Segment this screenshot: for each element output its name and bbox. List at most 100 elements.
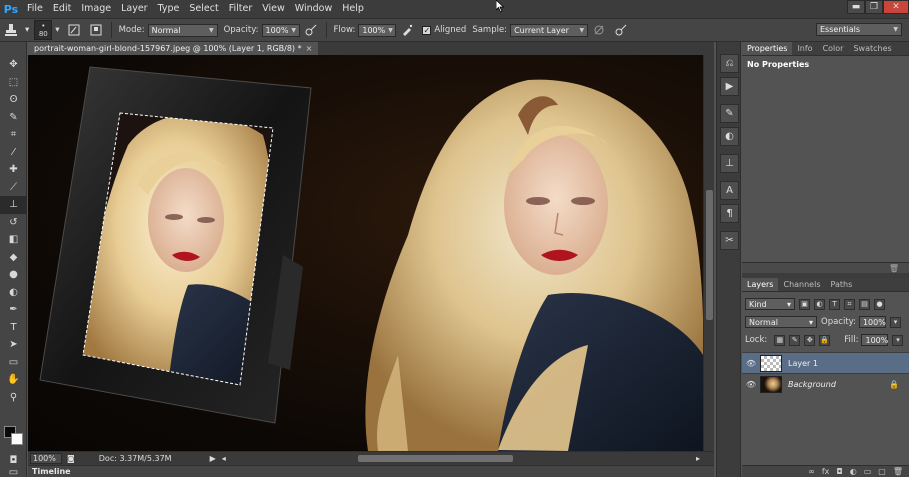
path-selection-tool-icon[interactable]: ➤ <box>0 336 27 354</box>
horizontal-scrollbar-thumb[interactable] <box>358 455 513 462</box>
ignore-adjustment-layers-icon[interactable] <box>591 22 607 38</box>
tab-color[interactable]: Color <box>818 42 849 55</box>
airbrush-icon[interactable] <box>399 22 415 38</box>
close-button[interactable]: ✕ <box>883 0 909 14</box>
tab-layers[interactable]: Layers <box>742 278 779 291</box>
brush-presets-panel-icon[interactable]: ✎ <box>720 104 739 123</box>
type-tool-icon[interactable]: T <box>0 319 27 337</box>
tool-presets-panel-icon[interactable]: ✂ <box>720 231 739 250</box>
actions-panel-icon[interactable]: ▶ <box>720 77 739 96</box>
filter-smart-object-icon[interactable]: ▤ <box>859 298 870 310</box>
filter-type-icon[interactable]: T <box>829 298 840 310</box>
tab-channels[interactable]: Channels <box>778 278 825 291</box>
layer-row-layer-1[interactable]: 👁 Layer 1 <box>742 352 909 373</box>
menu-view[interactable]: View <box>257 0 290 18</box>
clone-source-panel-icon[interactable] <box>88 22 104 38</box>
zoom-tool-icon[interactable]: ⚲ <box>0 389 27 407</box>
mode-select[interactable]: Normal ▼ <box>147 23 218 37</box>
menu-image[interactable]: Image <box>76 0 116 18</box>
restore-button[interactable]: ❐ <box>865 0 883 14</box>
adjustments-panel-icon[interactable]: ◐ <box>720 127 739 146</box>
chevron-down-icon[interactable]: ▾ <box>889 316 901 328</box>
history-panel-icon[interactable]: ⎌ <box>720 54 739 73</box>
menu-help[interactable]: Help <box>337 0 369 18</box>
flow-input[interactable]: 100% ▼ <box>358 23 397 37</box>
history-brush-tool-icon[interactable]: ↺ <box>0 214 27 232</box>
zoom-level-field[interactable]: 100% <box>30 453 62 464</box>
lock-position-icon[interactable]: ✥ <box>804 334 816 346</box>
hand-tool-icon[interactable]: ✋ <box>0 371 27 389</box>
layer-row-background[interactable]: 👁 Background 🔒 <box>742 373 909 394</box>
scroll-right-arrow-icon[interactable]: ▸ <box>696 454 700 463</box>
menu-layer[interactable]: Layer <box>116 0 153 18</box>
new-adjustment-layer-icon[interactable]: ◐ <box>850 467 857 476</box>
menu-filter[interactable]: Filter <box>224 0 258 18</box>
layer-opacity-input[interactable]: 100% <box>858 316 886 328</box>
move-tool-icon[interactable]: ✥ <box>0 56 27 74</box>
tab-paths[interactable]: Paths <box>826 278 858 291</box>
dodge-tool-icon[interactable]: ◐ <box>0 284 27 302</box>
clone-stamp-tool-preset-icon[interactable] <box>3 22 19 38</box>
minimize-button[interactable]: ▬ <box>847 0 865 14</box>
pressure-size-icon[interactable] <box>613 22 629 38</box>
filter-toggle-icon[interactable]: ● <box>874 298 885 310</box>
pressure-opacity-icon[interactable] <box>303 22 319 38</box>
menu-select[interactable]: Select <box>184 0 223 18</box>
menu-edit[interactable]: Edit <box>48 0 76 18</box>
lock-image-icon[interactable]: ✎ <box>789 334 801 346</box>
status-export-icon[interactable]: ◙ <box>67 454 75 463</box>
vertical-scrollbar-thumb[interactable] <box>706 190 713 320</box>
quick-selection-tool-icon[interactable]: ✎ <box>0 109 27 127</box>
vertical-scrollbar[interactable] <box>703 55 714 451</box>
layer-style-fx-icon[interactable]: fx <box>822 467 830 476</box>
sample-select[interactable]: Current Layer ▼ <box>510 23 589 37</box>
lock-all-icon[interactable]: 🔒 <box>819 334 831 346</box>
brush-tool-icon[interactable]: ⟋ <box>0 179 27 197</box>
status-menu-arrow-icon[interactable]: ▶ <box>210 454 216 463</box>
menu-window[interactable]: Window <box>290 0 337 18</box>
eraser-tool-icon[interactable]: ◧ <box>0 231 27 249</box>
healing-brush-tool-icon[interactable]: ✚ <box>0 161 27 179</box>
new-layer-icon[interactable]: ▢ <box>878 467 886 476</box>
document-canvas[interactable] <box>28 55 703 451</box>
clone-source-panel-icon[interactable]: ⊥ <box>720 154 739 173</box>
delete-layer-icon[interactable]: 🗑 <box>893 467 903 476</box>
tab-swatches[interactable]: Swatches <box>848 42 896 55</box>
document-tab[interactable]: portrait-woman-girl-blond-157967.jpeg @ … <box>28 42 319 55</box>
trash-icon[interactable]: 🗑 <box>889 264 899 273</box>
screen-mode-icon[interactable]: ▭ <box>0 467 27 477</box>
crop-tool-icon[interactable]: ⌗ <box>0 126 27 144</box>
workspace-select[interactable]: Essentials ▼ <box>816 23 902 36</box>
eyedropper-tool-icon[interactable]: ⁄ <box>0 144 27 162</box>
shape-tool-icon[interactable]: ▭ <box>0 354 27 372</box>
paint-bucket-tool-icon[interactable]: ◆ <box>0 249 27 267</box>
blend-mode-select[interactable]: Normal ▾ <box>745 316 817 328</box>
marquee-tool-icon[interactable]: ⬚ <box>0 74 27 92</box>
close-icon[interactable]: × <box>306 44 313 53</box>
filter-pixel-icon[interactable]: ▣ <box>799 298 810 310</box>
filter-shape-icon[interactable]: ⌗ <box>844 298 855 310</box>
clone-stamp-tool-icon[interactable]: ⊥ <box>0 196 27 214</box>
visibility-eye-icon[interactable]: 👁 <box>742 380 760 389</box>
brush-caret-icon[interactable]: ▾ <box>55 25 59 35</box>
filter-adjustment-icon[interactable]: ◐ <box>814 298 825 310</box>
scroll-left-arrow-icon[interactable]: ◂ <box>222 454 226 463</box>
timeline-panel-tab[interactable]: Timeline <box>28 465 714 477</box>
brush-size-picker[interactable]: • 80 <box>34 20 53 40</box>
lasso-tool-icon[interactable]: ʘ <box>0 91 27 109</box>
add-mask-icon[interactable]: ◘ <box>836 467 842 476</box>
paragraph-panel-icon[interactable]: ¶ <box>720 204 739 223</box>
menu-type[interactable]: Type <box>153 0 185 18</box>
chevron-down-icon[interactable]: ▾ <box>892 334 904 346</box>
tab-info[interactable]: Info <box>792 42 817 55</box>
visibility-eye-icon[interactable]: 👁 <box>742 359 760 368</box>
character-panel-icon[interactable]: A <box>720 181 739 200</box>
layer-filter-select[interactable]: Kind ▾ <box>745 298 795 310</box>
lock-transparent-icon[interactable]: ▦ <box>774 334 786 346</box>
background-color-swatch[interactable] <box>11 433 23 445</box>
blur-tool-icon[interactable]: ● <box>0 266 27 284</box>
preset-caret-icon[interactable]: ▾ <box>25 25 29 35</box>
tab-properties[interactable]: Properties <box>742 42 793 55</box>
opacity-input[interactable]: 100% ▼ <box>261 23 300 37</box>
fill-input[interactable]: 100% <box>861 334 889 346</box>
